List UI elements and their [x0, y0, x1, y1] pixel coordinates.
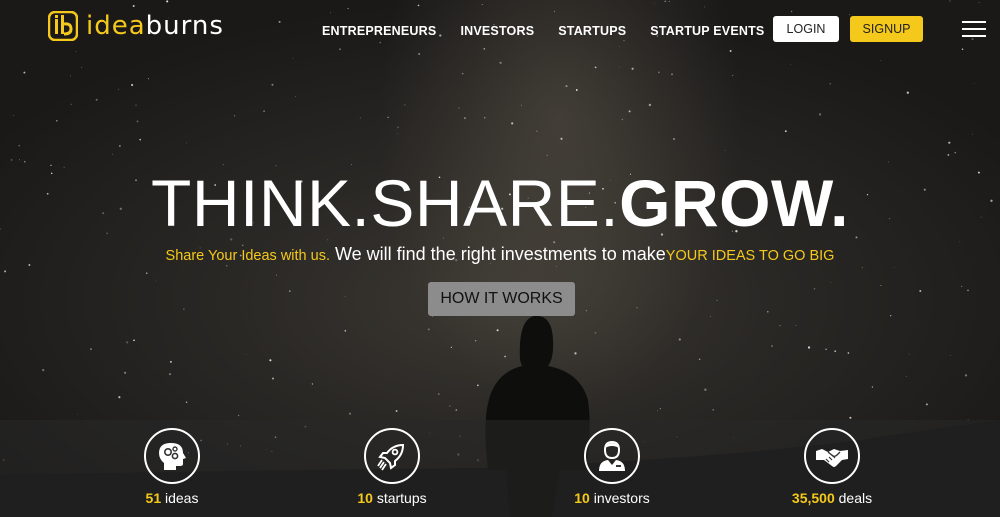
hero-headline: THINK.SHARE.GROW. [0, 166, 1000, 240]
head-gears-icon [144, 428, 200, 484]
stat-deals: 35,500 deals [762, 428, 902, 506]
stat-ideas-text: ideas [161, 490, 199, 506]
headline-grow: GROW. [619, 166, 849, 240]
stat-deals-count: 35,500 [791, 490, 835, 506]
login-button[interactable]: LOGIN [773, 16, 839, 42]
rocket-icon [364, 428, 420, 484]
stat-investors-text: investors [589, 490, 650, 506]
stat-startups-count: 10 [357, 490, 373, 506]
brand-logo[interactable]: ideaburns [48, 11, 224, 41]
stat-deals-text: deals [834, 490, 873, 506]
businessman-icon [584, 428, 640, 484]
ib-logo-icon [48, 11, 78, 41]
tagline-middle: We will find the right investments to ma… [329, 244, 666, 264]
stat-startups-text: startups [372, 490, 427, 506]
main-nav: ENTREPRENEURS INVESTORS STARTUPS STARTUP… [322, 24, 764, 38]
hero-tagline: Share Your Ideas with us. We will find t… [0, 244, 1000, 265]
nav-entrepreneurs[interactable]: ENTREPRENEURS [322, 24, 436, 38]
stat-deals-label: 35,500 deals [762, 490, 902, 506]
nav-startups[interactable]: STARTUPS [558, 24, 626, 38]
stat-investors-count: 10 [574, 490, 590, 506]
brand-name-part1: idea [86, 11, 146, 41]
stat-startups-label: 10 startups [322, 490, 462, 506]
headline-think-share: THINK.SHARE. [151, 166, 620, 240]
signup-button[interactable]: SIGNUP [850, 16, 923, 42]
stat-investors: 10 investors [542, 428, 682, 506]
stat-ideas: 51 ideas [102, 428, 242, 506]
handshake-icon [804, 428, 860, 484]
nav-investors[interactable]: INVESTORS [460, 24, 534, 38]
stat-ideas-count: 51 [145, 490, 162, 506]
stat-investors-label: 10 investors [542, 490, 682, 506]
tagline-go-big: YOUR IDEAS TO GO BIG [665, 248, 835, 264]
brand-name: ideaburns [86, 11, 224, 41]
stat-ideas-label: 51 ideas [102, 490, 242, 506]
how-it-works-button[interactable]: HOW IT WORKS [428, 282, 575, 316]
hamburger-menu-icon[interactable] [962, 21, 986, 37]
tagline-share-ideas: Share Your Ideas with us. [165, 248, 330, 264]
stat-startups: 10 startups [322, 428, 462, 506]
brand-name-part2: burns [145, 11, 224, 41]
nav-startup-events[interactable]: STARTUP EVENTS [650, 24, 764, 38]
